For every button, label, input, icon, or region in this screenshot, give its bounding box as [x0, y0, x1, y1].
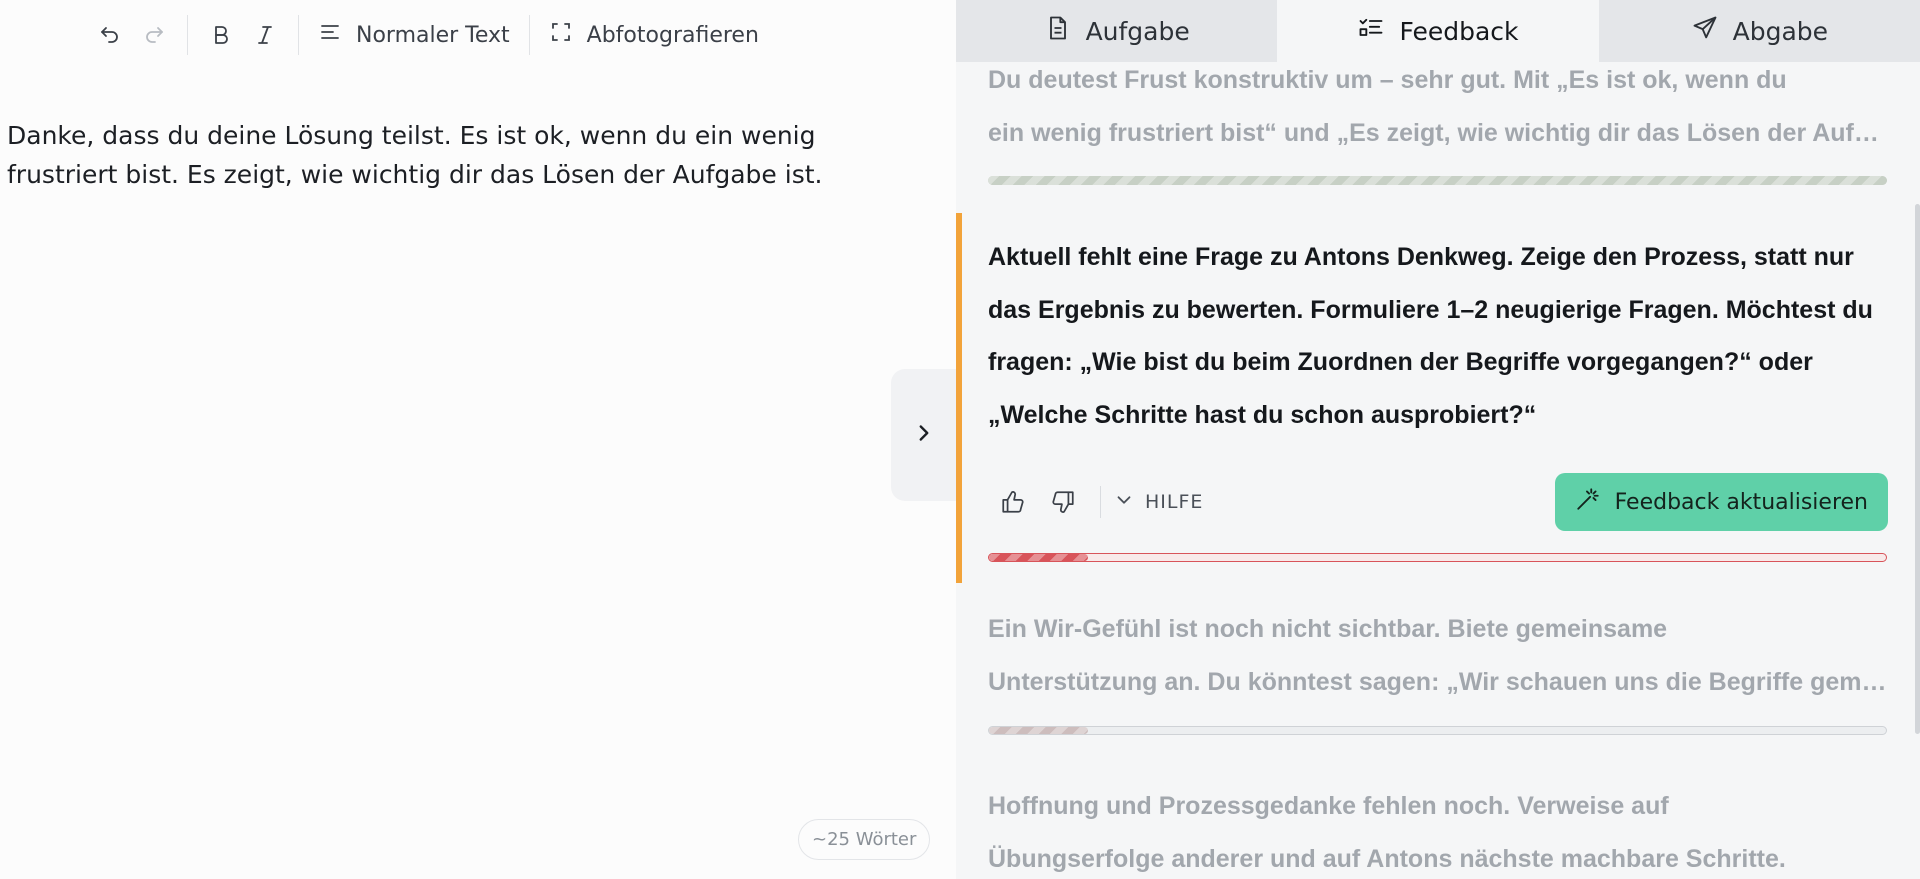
- progress-fill: [988, 176, 1887, 185]
- feedback-text-line: Ein Wir-Gefühl ist noch nicht sichtbar. …: [988, 615, 1668, 643]
- feedback-progress-done: [988, 176, 1887, 185]
- feedback-text-line: Hoffnung und Prozessgedanke fehlen noch.…: [988, 792, 1669, 820]
- toolbar-divider: [298, 15, 299, 55]
- magic-wand-icon: [1575, 486, 1601, 518]
- feedback-text-line: ein wenig frustriert bist“ und „Es zeigt…: [988, 118, 1888, 147]
- scan-frame-icon: [549, 20, 573, 50]
- feedback-item-pending[interactable]: Hoffnung und Prozessgedanke fehlen noch.…: [988, 780, 1888, 879]
- feedback-item-active: Aktuell fehlt eine Frage zu Antons Denkw…: [956, 213, 1920, 583]
- chevron-right-icon: [911, 420, 937, 450]
- feedback-scrollbar[interactable]: [1915, 204, 1920, 734]
- tab-aufgabe[interactable]: Aufgabe: [956, 0, 1277, 62]
- align-left-icon: [318, 20, 342, 50]
- feedback-item-pending[interactable]: Ein Wir-Gefühl ist noch nicht sichtbar. …: [988, 603, 1888, 708]
- tab-label: Aufgabe: [1085, 16, 1190, 46]
- active-accent-bar: [956, 213, 962, 583]
- text-style-dropdown[interactable]: Normaler Text: [310, 13, 518, 57]
- progress-fill: [989, 727, 1088, 734]
- editor-toolbar: Normaler Text Abfotografieren: [88, 13, 767, 57]
- word-count-badge: ~25 Wörter: [798, 819, 931, 860]
- feedback-progress-pending: [988, 726, 1887, 735]
- progress-fill: [989, 554, 1088, 561]
- feedback-list: Du deutest Frust konstruktiv um – sehr g…: [956, 62, 1920, 879]
- italic-icon[interactable]: [243, 13, 287, 57]
- tab-feedback[interactable]: Feedback: [1277, 0, 1599, 62]
- document-icon: [1044, 14, 1072, 48]
- bold-icon[interactable]: [199, 13, 243, 57]
- feedback-progress-active: [988, 553, 1887, 562]
- editor-pane: Normaler Text Abfotografieren Danke, das…: [0, 0, 957, 879]
- tab-label: Feedback: [1399, 16, 1519, 46]
- panel-tabs: Aufgabe Feedback Abgabe: [956, 0, 1920, 62]
- toolbar-divider: [528, 15, 530, 55]
- thumbs-down-icon[interactable]: [1038, 477, 1088, 527]
- feedback-text-line: Du deutest Frust konstruktiv um – sehr g…: [988, 66, 1787, 94]
- feedback-actions: HILFE Feedback aktualisieren: [988, 473, 1888, 531]
- toolbar-divider: [187, 15, 188, 55]
- actions-divider: [1100, 486, 1101, 518]
- photo-label: Abfotografieren: [586, 22, 759, 48]
- update-button-label: Feedback aktualisieren: [1614, 489, 1868, 515]
- feedback-panel: Aufgabe Feedback Abgabe Du deutest Frust…: [956, 0, 1920, 879]
- photo-button[interactable]: Abfotografieren: [541, 13, 767, 57]
- feedback-text-active: Aktuell fehlt eine Frage zu Antons Denkw…: [988, 243, 1873, 429]
- chevron-down-icon: [1113, 489, 1135, 516]
- feedback-item-done[interactable]: Du deutest Frust konstruktiv um – sehr g…: [988, 62, 1888, 159]
- editor-text-area[interactable]: Danke, dass du deine Lösung teilst. Es i…: [7, 116, 907, 194]
- help-toggle[interactable]: HILFE: [1113, 489, 1203, 516]
- help-label: HILFE: [1145, 491, 1204, 513]
- collapse-panel-button[interactable]: [891, 369, 957, 501]
- redo-icon[interactable]: [132, 13, 176, 57]
- undo-icon[interactable]: [88, 13, 132, 57]
- text-style-label: Normaler Text: [356, 22, 510, 48]
- checklist-icon: [1357, 14, 1385, 48]
- feedback-text-line: Übungserfolge anderer und auf Antons näc…: [988, 844, 1786, 873]
- tab-abgabe[interactable]: Abgabe: [1599, 0, 1920, 62]
- send-icon: [1691, 14, 1719, 48]
- update-feedback-button[interactable]: Feedback aktualisieren: [1554, 473, 1888, 531]
- thumbs-up-icon[interactable]: [988, 477, 1038, 527]
- tab-label: Abgabe: [1732, 16, 1829, 46]
- feedback-text-line: Unterstützung an. Du könntest sagen: „Wi…: [988, 667, 1888, 696]
